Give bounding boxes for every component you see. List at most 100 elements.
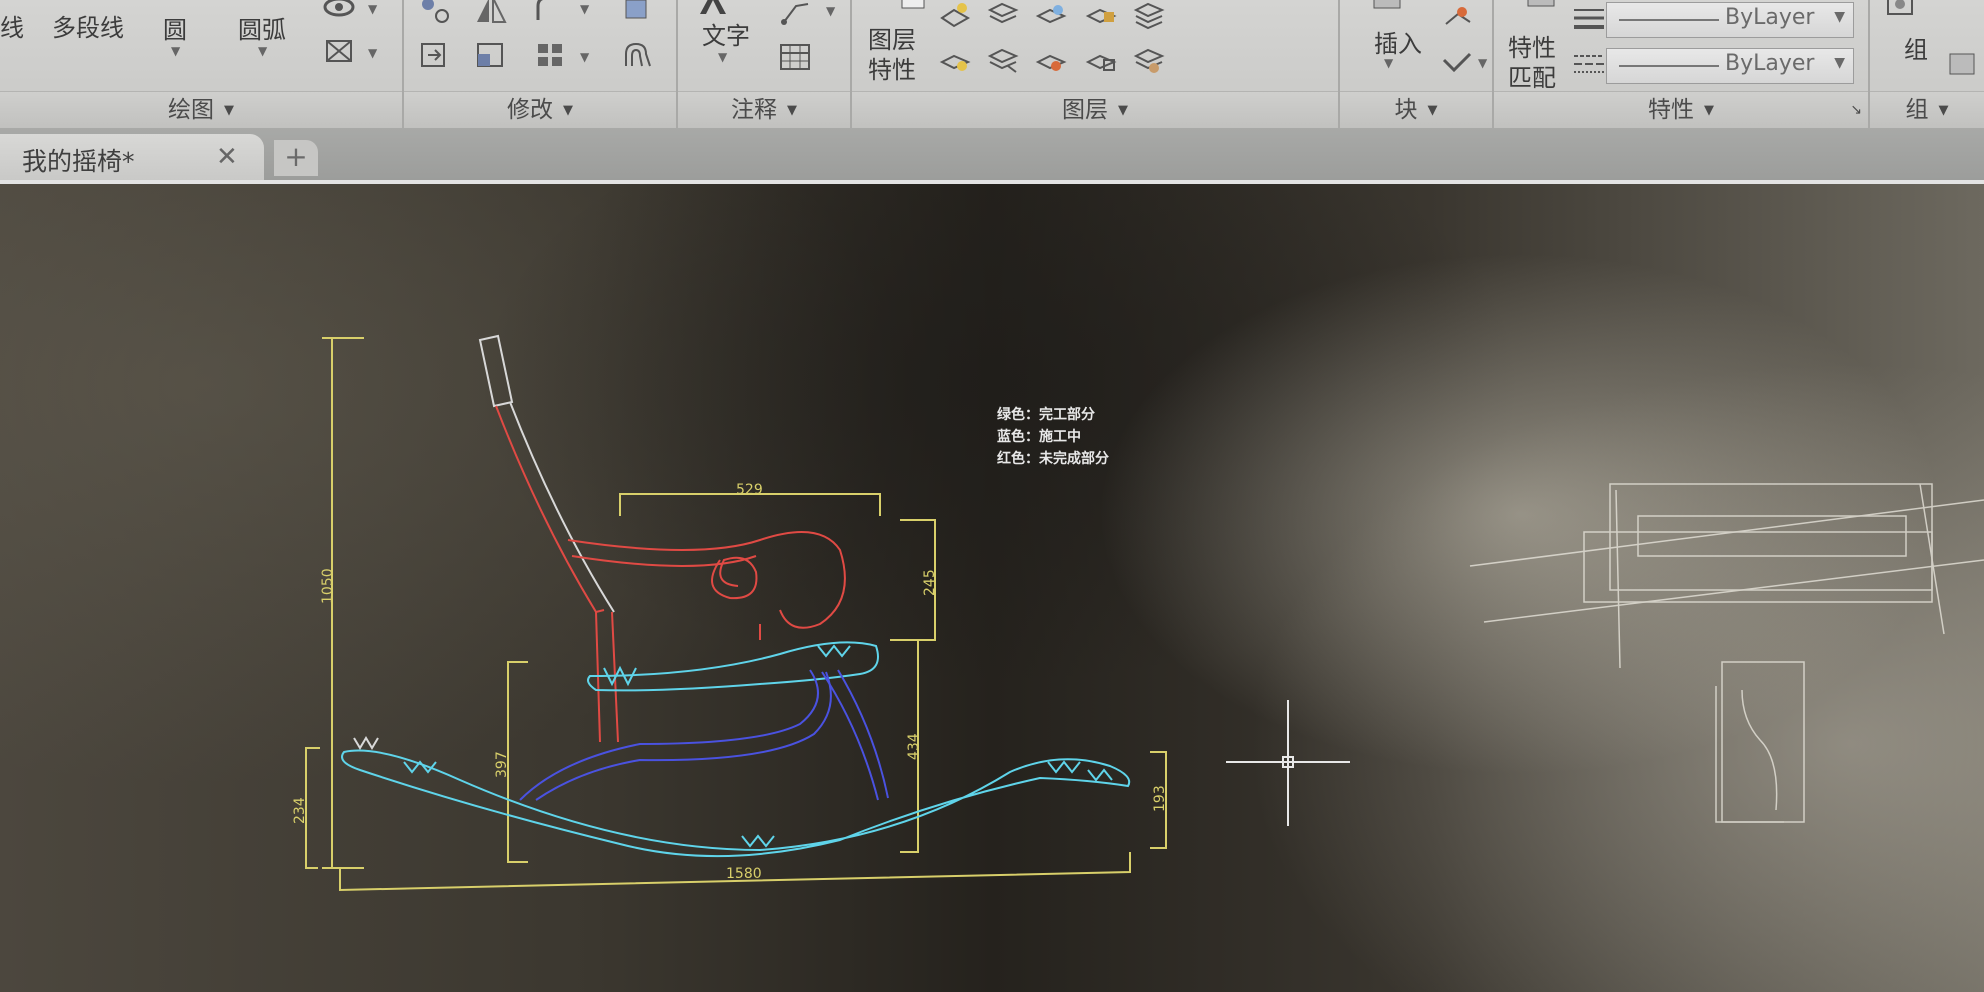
modify-panel-title[interactable]: 修改 ▼ [404, 91, 676, 128]
group-icon[interactable] [1884, 0, 1918, 20]
match-properties-button-line2[interactable]: 匹配 [1508, 58, 1556, 93]
block-panel-title[interactable]: 块 ▼ [1340, 91, 1492, 128]
layer-previous-icon[interactable] [986, 46, 1020, 76]
chevron-down-icon: ▼ [1834, 9, 1845, 25]
offset-icon[interactable] [620, 40, 654, 70]
color-value: ByLayer [1725, 5, 1815, 30]
document-tab-label: 我的摇椅* [22, 147, 135, 176]
plus-icon: + [284, 140, 308, 173]
color-dropdown[interactable]: ByLayer ▼ [1606, 2, 1854, 38]
chevron-down-icon[interactable]: ▼ [258, 44, 267, 58]
properties-panel: 特性 匹配 ByLayer ▼ ByLayer ▼ 特性 ▼ ↘ [1494, 0, 1870, 128]
linetype-dropdown[interactable]: ByLayer ▼ [1606, 48, 1854, 84]
new-tab-button[interactable]: + [274, 140, 318, 176]
text-button[interactable]: 文字 [702, 16, 750, 51]
layer-freeze-icon[interactable] [1034, 0, 1068, 30]
annotation-panel: 文字 ▼ ▼ 注释 ▼ [678, 0, 852, 128]
arc-button[interactable]: 圆弧 [238, 10, 286, 45]
layers-panel: 图层 特性 图层 ▼ [852, 0, 1340, 128]
group-panel: 组 组 ▼ [1870, 0, 1984, 128]
insert-button[interactable]: 插入 [1374, 24, 1422, 59]
table-icon[interactable] [778, 42, 812, 72]
annotation-panel-title[interactable]: 注释 ▼ [678, 91, 850, 128]
linetype-value: ByLayer [1725, 51, 1815, 76]
linetype-icon[interactable] [1572, 48, 1606, 78]
text-icon[interactable] [696, 0, 730, 16]
layer-states-icon[interactable] [1132, 0, 1166, 30]
legs [519, 669, 889, 801]
legend-in-progress: 蓝色：施工中 [997, 429, 1081, 445]
ungroup-icon[interactable] [1946, 50, 1980, 80]
arm-scroll [567, 531, 846, 743]
dim-rocker-left: 234 [292, 797, 308, 824]
dim-total-length: 1580 [726, 866, 762, 882]
linetype-line-preview [1619, 65, 1719, 67]
match-properties-icon[interactable] [1524, 0, 1558, 14]
chevron-down-icon[interactable]: ▼ [1478, 56, 1487, 70]
layer-walk-icon[interactable] [1034, 46, 1068, 76]
crosshair-cursor [1226, 700, 1350, 826]
group-panel-title[interactable]: 组 ▼ [1870, 91, 1984, 128]
array-icon[interactable] [534, 40, 568, 70]
fillet-icon[interactable] [534, 0, 568, 24]
dim-seat-height: 397 [494, 751, 510, 778]
layers-panel-title[interactable]: 图层 ▼ [852, 91, 1338, 128]
line-button[interactable]: 线 [0, 8, 24, 43]
chevron-down-icon[interactable]: ▼ [826, 4, 835, 18]
backrest [478, 334, 615, 614]
circle-button[interactable]: 圆 [163, 10, 187, 45]
chevron-down-icon[interactable]: ▼ [580, 2, 589, 16]
group-button[interactable]: 组 [1904, 30, 1928, 65]
dim-arm-height: 245 [922, 569, 938, 596]
chevron-down-icon[interactable]: ▼ [718, 50, 727, 64]
insert-block-icon[interactable] [1370, 0, 1404, 14]
chevron-down-icon[interactable]: ▼ [580, 50, 589, 64]
chevron-down-icon[interactable]: ▼ [171, 44, 180, 58]
document-tab[interactable]: 我的摇椅* ✕ [0, 134, 264, 180]
chevron-down-icon[interactable]: ▼ [368, 46, 377, 60]
lineweight-icon[interactable] [1572, 4, 1606, 34]
chevron-down-icon: ▼ [1834, 55, 1845, 71]
layer-merge-icon[interactable] [1132, 46, 1166, 76]
edit-block-icon[interactable] [1440, 48, 1474, 78]
drawing-canvas[interactable]: 1050 529 245 397 434 234 193 1580 绿色：完工部… [0, 184, 1984, 992]
legend-completed: 绿色：完工部分 [997, 407, 1095, 423]
side-detail-drawings [1469, 483, 1984, 823]
layer-properties-icon[interactable] [896, 0, 930, 14]
dim-seat-width: 529 [736, 482, 763, 498]
move-icon[interactable] [418, 0, 452, 26]
layer-isolate-icon[interactable] [986, 0, 1020, 30]
rocking-chair-drawing: 1050 529 245 397 434 234 193 1580 [292, 334, 1984, 892]
close-icon[interactable]: ✕ [216, 142, 238, 172]
dim-arm-to-base: 434 [906, 733, 922, 760]
scale-icon[interactable] [474, 40, 508, 70]
mirror-icon[interactable] [474, 0, 508, 26]
ribbon: 线 多段线 圆 ▼ 圆弧 ▼ ▼ ▼ 绘图 ▼ ▼ ▼ 修改 ▼ 文字 ▼ ▼ … [0, 0, 1984, 129]
draw-panel-title[interactable]: 绘图 ▼ [0, 91, 402, 128]
dim-total-height: 1050 [320, 568, 336, 604]
modify-panel: ▼ ▼ 修改 ▼ [404, 0, 678, 128]
color-line-preview [1619, 19, 1719, 21]
hatch-icon[interactable] [322, 36, 356, 66]
polyline-button[interactable]: 多段线 [52, 8, 124, 43]
leader-icon[interactable] [778, 0, 812, 26]
layer-off-icon[interactable] [938, 0, 972, 30]
draw-panel: 线 多段线 圆 ▼ 圆弧 ▼ ▼ ▼ 绘图 ▼ [0, 0, 404, 128]
layer-unlock-icon[interactable] [1084, 46, 1118, 76]
create-block-icon[interactable] [1440, 4, 1474, 34]
dim-rocker-right: 193 [1152, 785, 1168, 812]
copy-icon[interactable] [418, 40, 452, 70]
armrest [587, 641, 879, 692]
legend-unfinished: 红色：未完成部分 [997, 451, 1109, 467]
array-3d-icon[interactable] [620, 0, 654, 24]
view-eye-icon[interactable] [322, 0, 356, 22]
layer-properties-button-line2[interactable]: 特性 [868, 50, 916, 85]
layer-match-icon[interactable] [938, 46, 972, 76]
chevron-down-icon[interactable]: ▼ [368, 2, 377, 16]
properties-panel-title[interactable]: 特性 ▼ ↘ [1494, 91, 1868, 128]
document-tab-bar: 我的摇椅* ✕ + [0, 128, 1984, 184]
chevron-down-icon[interactable]: ▼ [1384, 56, 1393, 70]
layer-lock-icon[interactable] [1084, 0, 1118, 30]
dialog-launcher-icon[interactable]: ↘ [1850, 92, 1862, 128]
block-panel: 插入 ▼ ▼ 块 ▼ [1340, 0, 1494, 128]
